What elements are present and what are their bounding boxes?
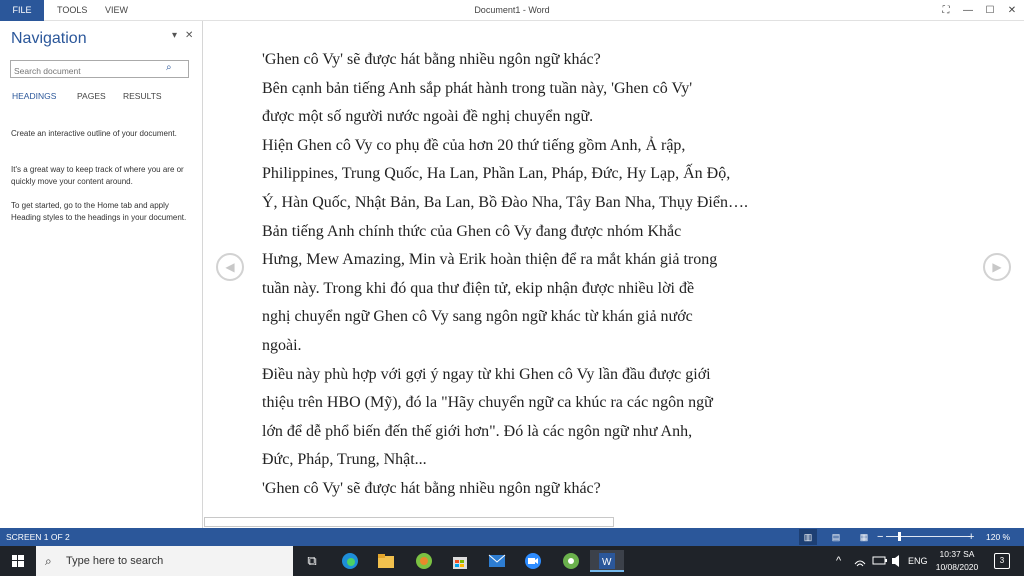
minimize-button[interactable]: —	[957, 0, 979, 21]
document-line[interactable]: Điều này phù hợp với gợi ý ngay từ khi G…	[262, 361, 822, 390]
nav-help-text-3: To get started, go to the Home tab and a…	[11, 201, 187, 222]
word-icon[interactable]: W	[590, 550, 624, 572]
navigation-pane: Navigation ▾ ✕ ⌕ HEADINGS PAGES RESULTS …	[0, 21, 203, 528]
nav-search-box: ⌕	[10, 60, 189, 79]
green-app-icon[interactable]	[410, 550, 438, 572]
document-line[interactable]: nghị chuyển ngữ Ghen cô Vy sang ngôn ngữ…	[262, 303, 822, 332]
document-line[interactable]: tuần này. Trong khi đó qua thư điện tử, …	[262, 275, 822, 304]
file-explorer-icon[interactable]	[372, 550, 400, 572]
nav-options-icon[interactable]: ▾	[172, 30, 177, 41]
document-line[interactable]: 'Ghen cô Vy' sẽ được hát bằng nhiều ngôn…	[262, 475, 822, 504]
read-mode-icon[interactable]: ▥	[799, 529, 817, 545]
document-line[interactable]: Bên cạnh bản tiếng Anh sắp phát hành tro…	[262, 75, 822, 104]
taskbar-search-box[interactable]: ⌕ Type here to search	[36, 546, 293, 576]
search-icon[interactable]: ⌕	[166, 62, 184, 76]
store-icon[interactable]	[446, 550, 474, 572]
taskbar-search-placeholder: Type here to search	[66, 555, 164, 567]
tab-pages[interactable]: PAGES	[77, 91, 106, 101]
zoom-level[interactable]: 120 %	[986, 528, 1010, 546]
document-line[interactable]: Ý, Hàn Quốc, Nhật Bản, Ba Lan, Bồ Đào Nh…	[262, 189, 822, 218]
edge-icon[interactable]	[336, 550, 364, 572]
search-icon: ⌕	[45, 554, 52, 568]
title-bar: FILE TOOLS VIEW Document1 - Word ⛶ — ☐ ✕	[0, 0, 1024, 21]
nav-close-icon[interactable]: ✕	[185, 30, 193, 41]
clock-date: 10/08/2020	[935, 562, 979, 572]
previous-screen-icon[interactable]: ◀	[216, 253, 244, 281]
status-bar: SCREEN 1 OF 2 ▥ ▤ ▦ − + 120 %	[0, 528, 1024, 546]
next-screen-icon[interactable]: ▶	[983, 253, 1011, 281]
web-layout-icon[interactable]: ▦	[855, 529, 873, 545]
document-line[interactable]: lớn để dễ phổ biến đến thế giới hơn". Đó…	[262, 418, 822, 447]
document-title: Document1 - Word	[474, 5, 550, 15]
search-document-input[interactable]	[11, 63, 161, 79]
tab-results[interactable]: RESULTS	[123, 91, 162, 101]
screen-count[interactable]: SCREEN 1 OF 2	[6, 528, 70, 546]
volume-icon[interactable]	[890, 546, 904, 588]
video-call-icon[interactable]	[519, 550, 547, 572]
tray-overflow-icon[interactable]: ^	[836, 546, 841, 576]
fullscreen-icon[interactable]: ⛶	[935, 0, 957, 21]
svg-text:W: W	[602, 557, 612, 568]
document-area[interactable]: ◀ ▶ 'Ghen cô Vy' sẽ được hát bằng nhiều …	[204, 21, 1024, 528]
document-line[interactable]: Đức, Pháp, Trung, Nhật...	[262, 446, 822, 475]
start-button[interactable]	[0, 546, 36, 576]
document-line[interactable]: được một số người nước ngoài đề nghị chu…	[262, 103, 822, 132]
horizontal-scrollbar[interactable]	[204, 517, 614, 527]
document-text[interactable]: 'Ghen cô Vy' sẽ được hát bằng nhiều ngôn…	[262, 46, 822, 504]
system-clock[interactable]: 10:37 SA 10/08/2020	[930, 548, 984, 574]
zoom-in-button[interactable]: +	[968, 528, 974, 546]
document-line[interactable]: 'Ghen cô Vy' sẽ được hát bằng nhiều ngôn…	[262, 46, 822, 75]
windows-logo-icon	[12, 555, 24, 567]
document-line[interactable]: Hiện Ghen cô Vy co phụ đề của hơn 20 thứ…	[262, 132, 822, 161]
nav-help-text-2: It's a great way to keep track of where …	[11, 165, 184, 186]
language-indicator[interactable]: ENG	[908, 546, 928, 576]
document-line[interactable]: thiệu trên HBO (Mỹ), đó la "Hãy chuyển n…	[262, 389, 822, 418]
nav-help-text-1: Create an interactive outline of your do…	[11, 129, 177, 138]
notification-center-icon[interactable]: 3	[994, 553, 1010, 569]
navigation-title: Navigation	[11, 30, 87, 47]
windows-taskbar: ⌕ Type here to search ⧉ W ^ ENG 10:37 SA…	[0, 546, 1024, 576]
close-button[interactable]: ✕	[1001, 0, 1023, 21]
document-line[interactable]: ngoài.	[262, 332, 822, 361]
mail-icon[interactable]	[483, 550, 511, 572]
document-line[interactable]: Bản tiếng Anh chính thức của Ghen cô Vy …	[262, 218, 822, 247]
print-layout-icon[interactable]: ▤	[827, 529, 845, 545]
tab-headings[interactable]: HEADINGS	[12, 91, 56, 101]
task-view-icon[interactable]: ⧉	[298, 550, 326, 572]
zoom-out-button[interactable]: −	[877, 528, 883, 546]
document-line[interactable]: Hưng, Mew Amazing, Min và Erik hoàn thiệ…	[262, 246, 822, 275]
clock-time: 10:37 SA	[939, 549, 975, 559]
network-icon[interactable]	[854, 546, 866, 588]
photos-icon[interactable]	[557, 550, 585, 572]
battery-icon[interactable]	[872, 546, 888, 588]
document-line[interactable]: Philippines, Trung Quốc, Ha Lan, Phần La…	[262, 160, 822, 189]
maximize-button[interactable]: ☐	[979, 0, 1001, 21]
zoom-slider-thumb[interactable]	[897, 532, 901, 541]
